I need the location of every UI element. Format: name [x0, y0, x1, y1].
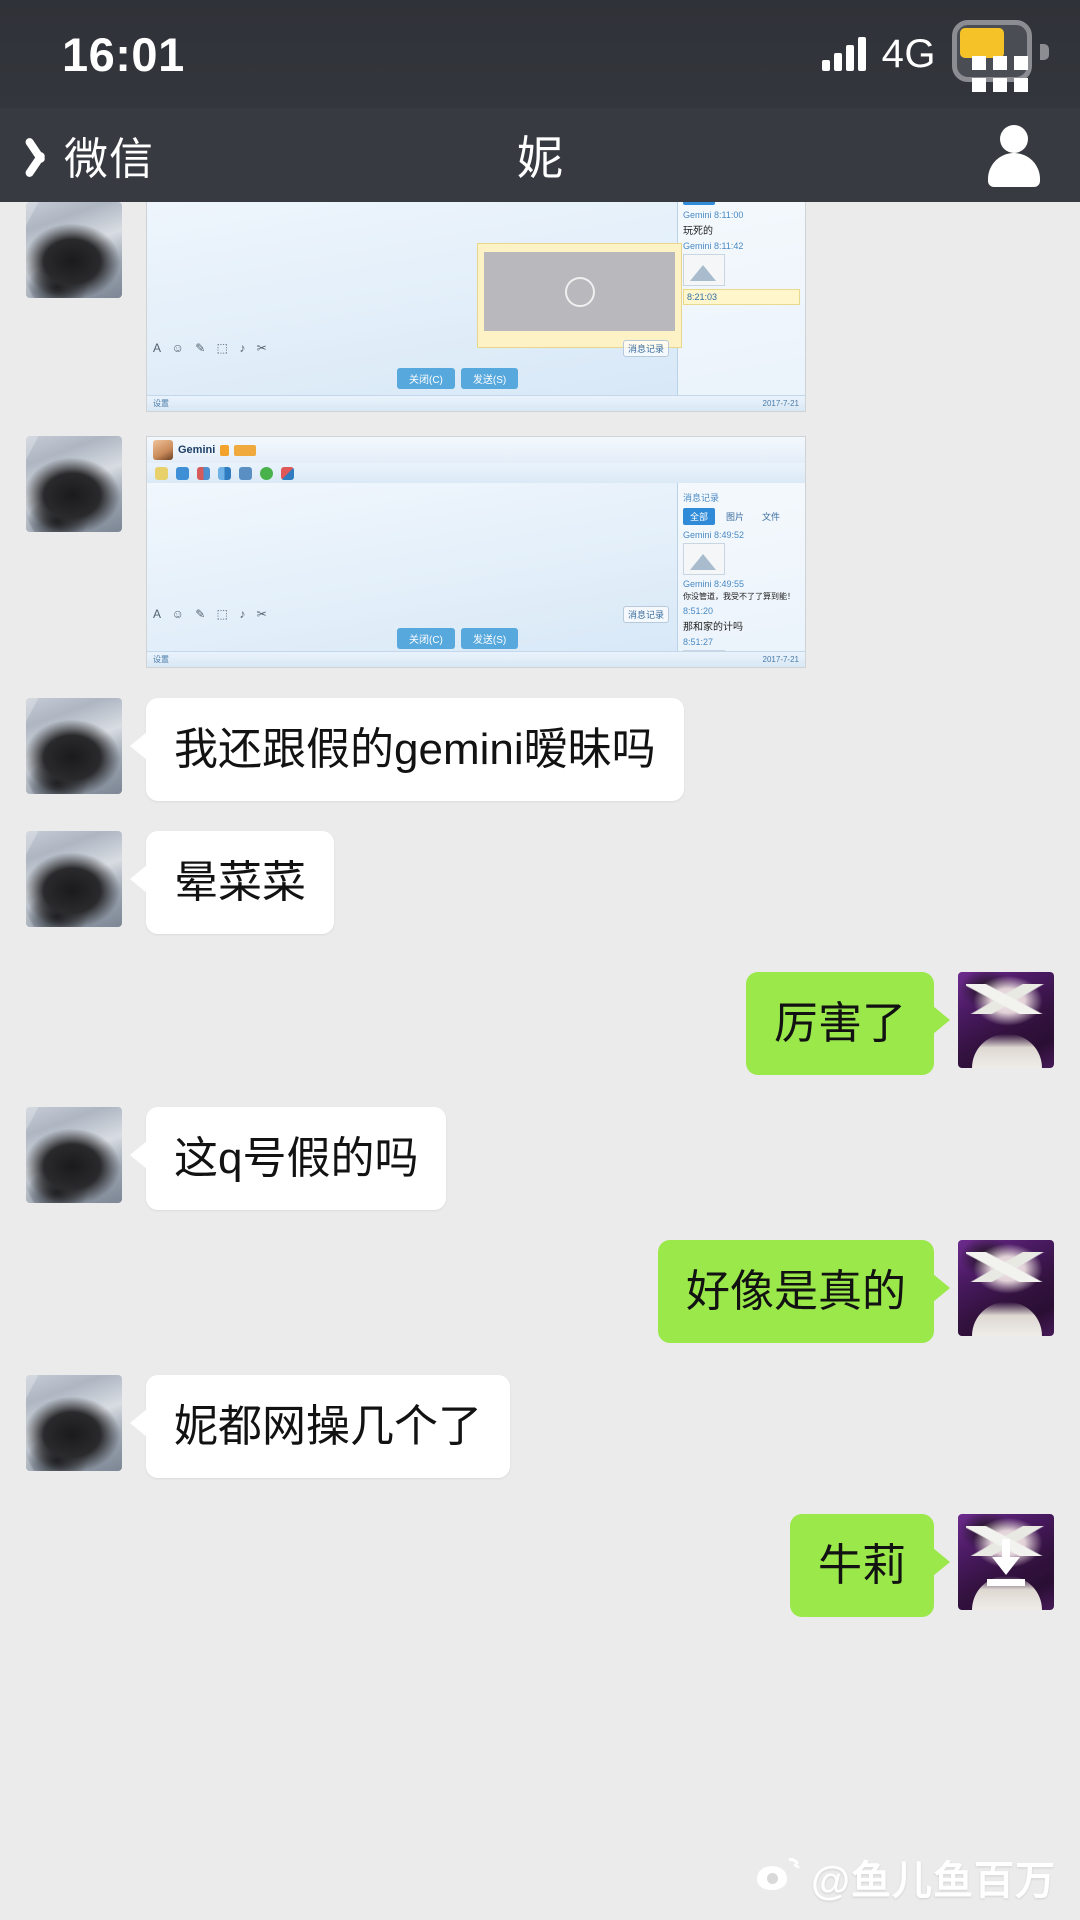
message-row: 这q号假的吗	[0, 1107, 1080, 1210]
message-row: Gemini 消息记录 全部 图片 文件 Gemini 8:49:52 Gemi…	[0, 436, 1080, 668]
message-bubble-incoming[interactable]: 晕菜菜	[130, 831, 334, 934]
self-avatar[interactable]	[958, 1240, 1054, 1336]
qq-tab-files[interactable]: 文件	[755, 508, 787, 525]
weibo-watermark: @鱼儿鱼百万	[755, 1848, 1056, 1906]
qq-entry-meta: Gemini 8:49:55	[683, 579, 745, 589]
qq-close-button[interactable]: 关闭(C)	[397, 628, 455, 649]
status-time: 16:01	[62, 27, 185, 81]
qq-input-toolbar: A ☺ ✎ ⬚ ♪ ✂	[153, 341, 271, 355]
qq-tool-icon	[239, 466, 252, 480]
qq-tab-images[interactable]: 图片	[719, 202, 751, 205]
message-row: 我还跟假的gemini暧昧吗	[0, 698, 1080, 801]
forwarded-screenshot-image[interactable]: Gemini 消息记录 全部 图片 文件 Gemini 8:49:52 Gemi…	[146, 436, 806, 668]
qq-tool-icon	[155, 466, 168, 480]
qq-entry-meta: Gemini 8:11:42	[683, 241, 744, 251]
message-row: 妮都网操几个了	[0, 1375, 1080, 1478]
qq-tab-images[interactable]: 图片	[719, 508, 751, 525]
qq-settings-label[interactable]: 设置	[153, 654, 169, 665]
qq-tab-all[interactable]: 全部	[683, 202, 716, 205]
qq-tool-icon	[218, 466, 231, 480]
page-title: 妮	[517, 132, 563, 184]
back-button[interactable]: 微信	[26, 123, 154, 187]
qq-entry-highlight: 8:21:03	[683, 289, 800, 305]
chat-message-list[interactable]: 消息记录 全部 图片 Gemini 8:11:00 玩死的 Gemini 8:1…	[0, 202, 1080, 1920]
self-avatar[interactable]	[958, 1514, 1054, 1610]
signal-bars-icon	[821, 37, 866, 71]
qq-contact-avatar	[153, 440, 173, 460]
qq-entry-meta: 8:51:27	[683, 637, 714, 647]
message-row: 好像是真的	[0, 1240, 1080, 1343]
qq-tool-icon	[176, 466, 189, 480]
qq-action-buttons: 关闭(C) 发送(S)	[397, 368, 519, 389]
chevron-left-icon	[26, 132, 60, 178]
qq-window-titlebar: Gemini	[147, 437, 805, 463]
message-row: 牛莉	[0, 1514, 1080, 1617]
qq-entry-meta: 8:51:20	[683, 606, 714, 616]
qq-vip-badge	[234, 444, 257, 456]
download-arrow-icon[interactable]	[979, 1535, 1033, 1589]
contact-profile-icon[interactable]	[984, 123, 1044, 187]
qq-history-button[interactable]: 消息记录	[622, 606, 669, 623]
qq-image-thumbnail[interactable]	[683, 543, 725, 575]
status-indicators: 4G	[821, 10, 1049, 98]
navigation-bar: 微信 妮	[0, 108, 1080, 202]
message-bubble-incoming[interactable]: 这q号假的吗	[129, 1107, 447, 1210]
message-row: 厉害了	[0, 972, 1080, 1075]
contact-avatar[interactable]	[26, 831, 122, 927]
message-bubble-outgoing[interactable]: 厉害了	[746, 972, 950, 1075]
qq-contact-name: Gemini	[178, 444, 216, 456]
qq-status-bar: 设置 2017-7-21	[147, 395, 805, 411]
panel-title: 消息记录	[683, 493, 720, 503]
message-row: 晕菜菜	[0, 831, 1080, 934]
qq-message-history-panel: 消息记录 全部 图片 Gemini 8:11:00 玩死的 Gemini 8:1…	[677, 202, 805, 411]
contact-avatar[interactable]	[26, 698, 122, 794]
message-bubble-incoming[interactable]: 我还跟假的gemini暧昧吗	[130, 698, 684, 801]
qq-input-toolbar: A ☺ ✎ ⬚ ♪ ✂	[153, 607, 271, 621]
video-thumbnail	[484, 252, 675, 331]
self-avatar[interactable]	[958, 972, 1054, 1068]
qq-level-badge	[220, 444, 230, 456]
qq-history-button[interactable]: 消息记录	[622, 340, 669, 357]
forwarded-screenshot-image[interactable]: 消息记录 全部 图片 Gemini 8:11:00 玩死的 Gemini 8:1…	[146, 202, 806, 412]
status-bar: 16:01 4G	[0, 0, 1080, 108]
message-bubble-incoming[interactable]: 妮都网操几个了	[130, 1375, 510, 1478]
qq-entry-text: 你没管道，我受不了了算到能！	[683, 592, 795, 601]
qq-tab-all[interactable]: 全部	[683, 508, 716, 525]
qq-image-thumbnail[interactable]	[683, 254, 725, 286]
qq-send-button[interactable]: 发送(S)	[460, 368, 519, 389]
qq-entry-text: 玩死的	[683, 226, 713, 237]
qq-entry-meta: Gemini 8:49:52	[683, 530, 745, 540]
message-bubble-outgoing[interactable]: 牛莉	[790, 1514, 950, 1617]
qq-send-button[interactable]: 发送(S)	[460, 628, 519, 649]
qq-video-preview-card[interactable]	[477, 243, 682, 348]
qq-tool-icon	[260, 466, 273, 480]
back-button-label: 微信	[64, 135, 154, 184]
qq-date-label: 2017-7-21	[762, 399, 799, 408]
contact-avatar[interactable]	[26, 1107, 122, 1203]
weibo-icon	[755, 1854, 802, 1900]
message-bubble-outgoing[interactable]: 好像是真的	[658, 1240, 950, 1343]
battery-icon	[952, 10, 1049, 98]
qq-message-history-panel: 消息记录 全部 图片 文件 Gemini 8:49:52 Gemini 8:49…	[677, 483, 805, 667]
message-row: 消息记录 全部 图片 Gemini 8:11:00 玩死的 Gemini 8:1…	[0, 202, 1080, 412]
contact-avatar[interactable]	[26, 202, 122, 298]
contact-avatar[interactable]	[26, 436, 122, 532]
qq-status-bar: 设置 2017-7-21	[147, 651, 805, 667]
qq-close-button[interactable]: 关闭(C)	[397, 368, 455, 389]
qq-tool-icon	[197, 466, 210, 480]
qq-action-buttons: 关闭(C) 发送(S)	[397, 628, 519, 649]
qq-entry-meta: Gemini 8:11:00	[683, 210, 744, 220]
qq-entry-text: 那和家的计吗	[683, 622, 743, 633]
qq-settings-label[interactable]: 设置	[153, 398, 169, 409]
contact-avatar[interactable]	[26, 1375, 122, 1471]
network-type-label: 4G	[881, 31, 936, 76]
watermark-handle: @鱼儿鱼百万	[810, 1859, 1056, 1903]
qq-date-label: 2017-7-21	[762, 655, 799, 664]
qq-tool-icon	[281, 466, 294, 480]
